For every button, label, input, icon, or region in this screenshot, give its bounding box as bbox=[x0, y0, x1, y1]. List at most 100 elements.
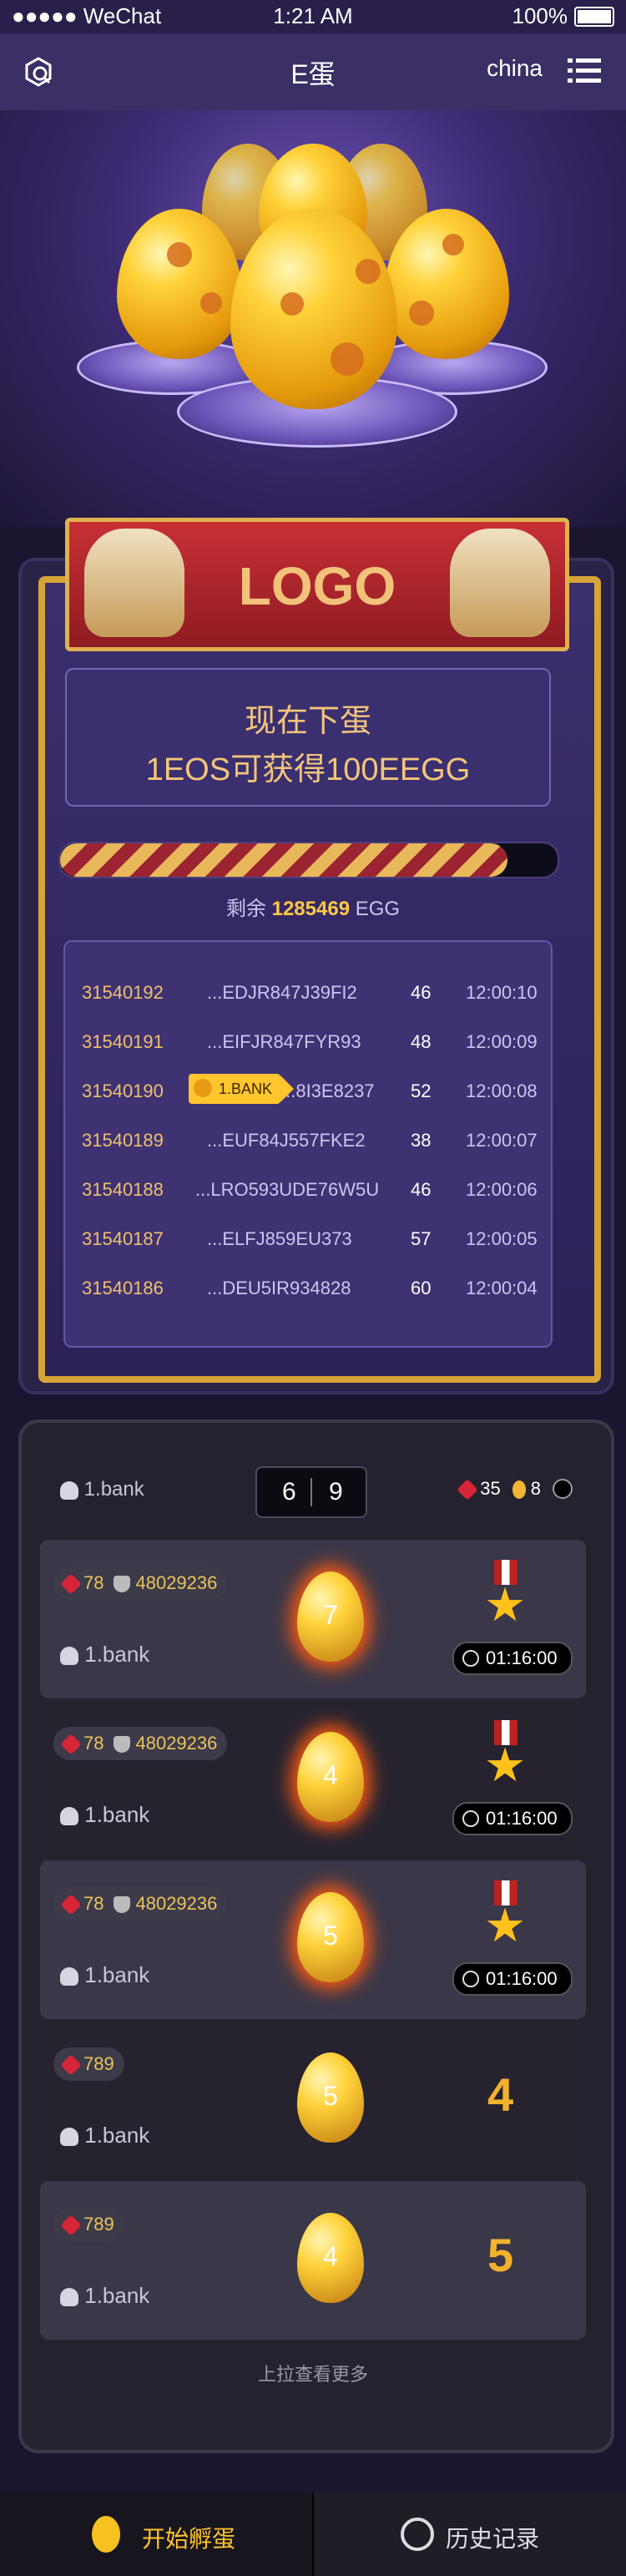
row-num: 48 bbox=[411, 1031, 432, 1052]
shield-value: 48029236 bbox=[135, 1572, 218, 1593]
row-time: 12:00:07 bbox=[466, 1130, 538, 1151]
row-hash: ...EIFJR847FYR93 bbox=[207, 1031, 361, 1052]
nav-bar: E蛋 china bbox=[0, 33, 626, 110]
user-icon bbox=[60, 2288, 78, 2307]
clock-icon bbox=[462, 1810, 479, 1827]
menu-icon[interactable] bbox=[568, 57, 601, 85]
row-id: 31540186 bbox=[82, 1278, 164, 1298]
dice-icon bbox=[60, 1894, 82, 1916]
egg-number: 4 bbox=[323, 2241, 338, 2271]
user-name: 1.bank bbox=[84, 1962, 150, 1987]
rank-number: 4 bbox=[487, 2068, 514, 2121]
status-bar: ●●●●● WeChat 1:21 AM 100% bbox=[0, 0, 626, 33]
timer-badge: 01:16:00 bbox=[452, 1802, 573, 1835]
shield-value: 48029236 bbox=[135, 1893, 218, 1914]
dice-icon bbox=[60, 2214, 82, 2236]
bank-tag-label: 1.BANK bbox=[219, 1081, 273, 1097]
list-item[interactable]: 31540189 ...EUF84J557FKE2 38 12:00:07 bbox=[65, 1115, 551, 1163]
transaction-list: 31540192 ...EDJR847J39FI2 46 12:00:10 31540… bbox=[63, 940, 553, 1348]
hero-eggs-illustration bbox=[0, 110, 626, 528]
user-icon bbox=[60, 1807, 78, 1826]
gold-egg-icon: 5 bbox=[297, 2052, 364, 2143]
row-id: 31540188 bbox=[82, 1179, 164, 1200]
user-name: 1.bank bbox=[83, 1478, 144, 1501]
list-item[interactable]: 31540192 ...EDJR847J39FI2 46 12:00:10 bbox=[65, 967, 551, 1015]
row-num: 60 bbox=[411, 1278, 432, 1298]
timer-badge: 01:16:00 bbox=[452, 1962, 573, 1996]
row-time: 12:00:09 bbox=[466, 1031, 538, 1052]
score-b: 9 bbox=[329, 1478, 343, 1506]
remaining-prefix: 剩余 bbox=[225, 898, 266, 920]
logo-text: LOGO bbox=[238, 556, 396, 616]
row-num: 46 bbox=[411, 982, 432, 1003]
user-icon bbox=[60, 1480, 78, 1500]
list-item[interactable]: 31540190 ...8I3E8237 52 12:00:08 1.BANK bbox=[65, 1065, 551, 1114]
leaderboard-card[interactable]: 78 48029236 1.bank 4 ★ 01:16:00 bbox=[40, 1700, 586, 1859]
progress-fill bbox=[60, 843, 508, 877]
leaderboard-card[interactable]: 789 1.bank 5 4 bbox=[40, 2021, 586, 2179]
bottom-tab-bar: 开始孵蛋 历史记录 bbox=[0, 2492, 626, 2576]
shield-icon bbox=[114, 1736, 131, 1754]
fire-egg-icon: 4 bbox=[297, 1732, 364, 1822]
row-id: 31540191 bbox=[82, 1031, 164, 1052]
shield-value: 48029236 bbox=[135, 1733, 218, 1754]
leaderboard-header: 1.bank 69 35 8 bbox=[40, 1445, 586, 1536]
row-time: 12:00:08 bbox=[466, 1081, 538, 1101]
timer-value: 01:16:00 bbox=[486, 1647, 558, 1668]
row-id: 31540187 bbox=[82, 1228, 164, 1249]
leaderboard-card[interactable]: 78 48029236 1.bank 5 ★ 01:16:00 bbox=[40, 1860, 586, 2019]
coin-icon bbox=[194, 1079, 212, 1097]
timer-badge: 01:16:00 bbox=[452, 1642, 573, 1675]
list-item[interactable]: 31540186 ...DEU5IR934828 60 12:00:04 bbox=[65, 1263, 551, 1311]
user-name: 1.bank bbox=[84, 2283, 150, 2308]
logo-banner: LOGO bbox=[65, 518, 569, 651]
progress-bar bbox=[58, 842, 559, 878]
remaining-unit: EGG bbox=[355, 898, 401, 920]
dice-value: 78 bbox=[83, 1893, 104, 1914]
row-hash: ...EDJR847J39FI2 bbox=[207, 982, 357, 1003]
intro-line-2: 1EOS可获得100EEGG bbox=[145, 752, 471, 787]
dice-value: 78 bbox=[83, 1572, 104, 1593]
row-hash: ...DEU5IR934828 bbox=[207, 1278, 351, 1298]
score-a: 6 bbox=[282, 1478, 296, 1506]
row-time: 12:00:10 bbox=[466, 982, 538, 1003]
leaderboard-card[interactable]: 789 1.bank 4 5 bbox=[40, 2181, 586, 2340]
tab-label: 历史记录 bbox=[446, 2526, 540, 2552]
medal-icon: ★ bbox=[479, 1720, 533, 1795]
row-num: 46 bbox=[411, 1179, 432, 1200]
dice-value: 789 bbox=[83, 2214, 114, 2234]
rank-number: 5 bbox=[487, 2229, 514, 2281]
clock-icon bbox=[462, 1650, 479, 1667]
user-icon bbox=[60, 1967, 78, 1986]
dice-icon bbox=[60, 1573, 82, 1595]
tab-start-hatch[interactable]: 开始孵蛋 bbox=[0, 2492, 312, 2576]
egg-icon bbox=[512, 1480, 526, 1500]
load-more-hint[interactable]: 上拉查看更多 bbox=[0, 2360, 626, 2386]
egg-number: 7 bbox=[323, 1600, 338, 1630]
language-selector[interactable]: china bbox=[487, 55, 543, 82]
list-item[interactable]: 31540188 ...LRO593UDE76W5U 46 12:00:06 bbox=[65, 1164, 551, 1212]
row-hash: ...LRO593UDE76W5U bbox=[195, 1179, 380, 1200]
row-hash: ...EUF84J557FKE2 bbox=[207, 1130, 366, 1151]
bomb-icon[interactable] bbox=[553, 1479, 573, 1499]
fire-egg-icon: 7 bbox=[297, 1571, 364, 1662]
row-num: 52 bbox=[411, 1081, 432, 1101]
row-time: 12:00:04 bbox=[466, 1278, 538, 1298]
clock-icon bbox=[401, 2518, 434, 2551]
dice-value: 789 bbox=[83, 2053, 114, 2074]
shield-icon bbox=[114, 1576, 131, 1593]
tab-history[interactable]: 历史记录 bbox=[314, 2492, 626, 2576]
dice-icon bbox=[60, 1733, 82, 1755]
list-item[interactable]: 31540191 ...EIFJR847FYR93 48 12:00:09 bbox=[65, 1016, 551, 1065]
dice-count: 35 bbox=[480, 1478, 501, 1499]
row-num: 57 bbox=[411, 1228, 432, 1249]
score-box: 69 bbox=[255, 1466, 367, 1518]
egg-number: 5 bbox=[323, 2081, 338, 2111]
user-name: 1.bank bbox=[84, 1802, 150, 1827]
leaderboard-card[interactable]: 78 48029236 1.bank 7 ★ 01:16:00 bbox=[40, 1540, 586, 1698]
list-item[interactable]: 31540187 ...ELFJ859EU373 57 12:00:05 bbox=[65, 1213, 551, 1262]
egg-count: 8 bbox=[530, 1478, 541, 1499]
row-id: 31540192 bbox=[82, 982, 164, 1003]
dice-value: 78 bbox=[83, 1733, 104, 1754]
user-name: 1.bank bbox=[84, 2123, 150, 2148]
